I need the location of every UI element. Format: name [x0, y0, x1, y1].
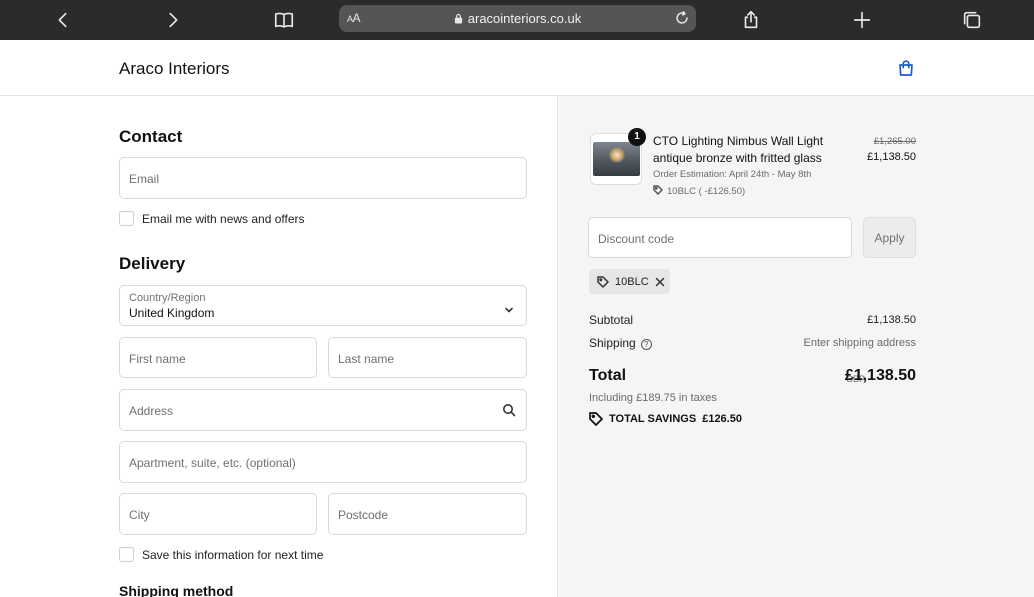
shipping-method-heading: Shipping method	[119, 583, 234, 597]
tax-note: Including £189.75 in taxes	[589, 392, 717, 404]
tag-icon	[589, 412, 603, 426]
product-name: CTO Lighting Nimbus Wall Light antique b…	[653, 134, 824, 165]
tag-icon	[653, 185, 663, 198]
last-name-field[interactable]: Last name	[328, 337, 527, 378]
shopping-bag-icon[interactable]	[897, 59, 915, 77]
new-tab-icon[interactable]	[850, 8, 874, 32]
chevron-down-icon	[504, 302, 514, 313]
search-icon[interactable]	[502, 403, 516, 417]
newsletter-checkbox[interactable]	[119, 211, 134, 226]
item-discount: 10BLC ( -£126.50)	[653, 185, 745, 198]
subtotal-value: £1,138.50	[867, 314, 916, 326]
contact-heading: Contact	[119, 127, 183, 146]
site-header: Araco Interiors	[0, 40, 1034, 96]
tabs-icon[interactable]	[960, 8, 984, 32]
delivery-heading: Delivery	[119, 254, 186, 273]
item-price: £1,138.50	[867, 151, 916, 163]
order-estimation: Order Estimation: April 24th - May 8th	[653, 169, 812, 180]
tag-icon	[597, 275, 609, 288]
city-field[interactable]: City	[119, 493, 317, 535]
quantity-badge: 1	[628, 128, 646, 146]
total-value: £1,138.50	[844, 367, 916, 384]
product-image	[593, 142, 640, 176]
url-text: aracointeriors.co.uk	[467, 11, 582, 26]
help-icon[interactable]: ?	[640, 339, 652, 350]
reload-icon[interactable]	[673, 9, 691, 27]
forward-icon[interactable]	[161, 8, 185, 32]
discount-code-input[interactable]: Discount code	[588, 217, 852, 258]
address-field[interactable]: Address	[119, 389, 527, 431]
share-icon[interactable]	[739, 8, 763, 32]
save-info-checkbox[interactable]	[119, 547, 134, 562]
applied-code-chip: 10BLC	[589, 269, 670, 294]
newsletter-label: Email me with news and offers	[142, 212, 305, 226]
shipping-label-row: Shipping?	[589, 336, 652, 350]
apply-button[interactable]: Apply	[863, 217, 916, 258]
country-label: Country/Region	[129, 292, 206, 304]
subtotal-label: Subtotal	[589, 313, 634, 327]
browser-toolbar: AA aracointeriors.co.uk	[0, 0, 1034, 40]
postcode-field[interactable]: Postcode	[328, 493, 527, 535]
applied-code-label: 10BLC	[615, 275, 649, 288]
savings-label: TOTAL SAVINGS	[609, 413, 697, 425]
brand-logo[interactable]: Araco Interiors	[119, 59, 230, 79]
total-savings: TOTAL SAVINGS £126.50	[589, 412, 742, 426]
address-bar[interactable]: AA aracointeriors.co.uk	[339, 5, 696, 32]
save-info-label: Save this information for next time	[142, 548, 324, 562]
savings-value: £126.50	[702, 413, 742, 425]
shipping-value: Enter shipping address	[803, 337, 916, 349]
country-select[interactable]: Country/Region United Kingdom	[119, 285, 527, 326]
first-name-field[interactable]: First name	[119, 337, 317, 378]
back-icon[interactable]	[51, 8, 75, 32]
remove-code-icon[interactable]	[655, 277, 665, 287]
original-price: £1,265.00	[873, 136, 916, 147]
total-label: Total	[589, 367, 627, 384]
apartment-field[interactable]: Apartment, suite, etc. (optional)	[119, 441, 527, 483]
bookmarks-icon[interactable]	[272, 8, 296, 32]
shipping-label: Shipping	[589, 336, 636, 350]
country-value: United Kingdom	[129, 306, 215, 320]
lock-icon	[454, 13, 462, 24]
email-field[interactable]: Email	[119, 157, 527, 199]
